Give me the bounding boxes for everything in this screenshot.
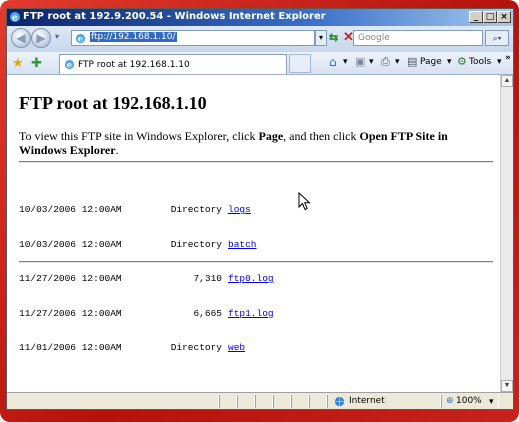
- intro-page-term: Page: [258, 129, 284, 143]
- home-icon[interactable]: ⌂: [329, 55, 337, 69]
- zone-label: Internet: [349, 396, 385, 406]
- scroll-down-button[interactable]: ▼: [501, 380, 513, 392]
- row-datetime: 11/27/2006 12:00AM: [19, 307, 122, 319]
- search-input[interactable]: Google: [353, 30, 483, 46]
- scroll-up-button[interactable]: ▲: [501, 75, 513, 87]
- svg-text:e: e: [12, 14, 18, 24]
- top-divider: [19, 161, 493, 163]
- new-tab-button[interactable]: [289, 54, 311, 73]
- security-zone[interactable]: Internet: [327, 395, 441, 408]
- row-datetime: 11/01/2006 12:00AM: [19, 342, 122, 353]
- tools-gear-icon: ⚙: [457, 55, 467, 68]
- print-dropdown-icon[interactable]: ▾: [395, 57, 400, 67]
- intro-text: To view this FTP site in Windows Explore…: [19, 129, 487, 157]
- print-icon[interactable]: ⎙: [381, 55, 390, 69]
- listing-row: 10/03/2006 12:00AM Directory batch: [19, 239, 274, 251]
- zoom-magnifier-icon: ⊕: [446, 395, 454, 405]
- status-text-segment: [7, 395, 219, 408]
- status-segment: [309, 395, 327, 408]
- row-info: Directory: [170, 238, 222, 250]
- row-info: Directory: [170, 342, 222, 353]
- forward-button[interactable]: ▶: [31, 28, 51, 48]
- vertical-scrollbar[interactable]: ▲ ▼: [500, 75, 513, 392]
- status-bar: Internet ⊕ 100% ▾: [7, 392, 513, 409]
- address-dropdown-button[interactable]: ▾: [315, 30, 327, 46]
- page-heading: FTP root at 192.168.1.10: [19, 93, 207, 113]
- tools-menu-button[interactable]: Tools: [469, 57, 491, 67]
- tab-ftp-root[interactable]: e FTP root at 192.168.1.10: [59, 54, 287, 74]
- minimize-button[interactable]: _: [469, 11, 483, 23]
- mouse-pointer-icon: [298, 192, 311, 211]
- intro-middle: , and then click: [283, 129, 360, 143]
- bottom-divider: [19, 261, 493, 263]
- ftp-listing: 10/03/2006 12:00AM Directory logs 10/03/20…: [19, 181, 274, 377]
- svg-text:e: e: [67, 60, 72, 70]
- intro-suffix: .: [115, 143, 119, 157]
- row-datetime: 10/03/2006 12:00AM: [19, 204, 122, 215]
- back-button[interactable]: ◀: [11, 28, 31, 48]
- internet-globe-icon: [334, 396, 345, 407]
- refresh-icon[interactable]: ⇆: [329, 31, 338, 44]
- intro-prefix: To view this FTP site in Windows Explore…: [19, 129, 259, 143]
- window-frame: e FTP root at 192.9.200.54 - Windows Int…: [0, 0, 519, 422]
- status-segment: [219, 395, 237, 408]
- zoom-control[interactable]: ⊕ 100% ▾: [441, 395, 499, 408]
- listing-row: 11/27/2006 12:00AM 7,310 ftp0.log: [19, 273, 274, 285]
- add-favorites-icon[interactable]: ✚: [31, 55, 42, 71]
- status-segment: [273, 395, 291, 408]
- zoom-level: 100%: [456, 396, 482, 406]
- address-field[interactable]: e ftp://192.168.1.10/: [71, 30, 315, 46]
- close-button[interactable]: ×: [497, 11, 511, 23]
- entry-link-logs[interactable]: logs: [228, 204, 251, 215]
- maximize-button[interactable]: □: [483, 11, 497, 23]
- status-segment: [255, 395, 273, 408]
- feeds-dropdown-icon[interactable]: ▾: [369, 57, 374, 67]
- listing-row: 11/01/2006 12:00AM Directory web: [19, 342, 274, 354]
- ie-logo-icon: e: [10, 12, 20, 24]
- zoom-dropdown-icon[interactable]: ▾: [489, 396, 494, 407]
- svg-text:e: e: [78, 34, 83, 44]
- browser-window: e FTP root at 192.9.200.54 - Windows Int…: [6, 8, 514, 410]
- page-dropdown-icon[interactable]: ▾: [447, 57, 452, 67]
- page-menu-button[interactable]: Page: [420, 57, 442, 67]
- toolbar-overflow-icon[interactable]: »: [505, 53, 511, 63]
- search-placeholder: Google: [358, 33, 390, 43]
- address-url[interactable]: ftp://192.168.1.10/: [90, 32, 177, 42]
- entry-link-batch[interactable]: batch: [228, 239, 257, 250]
- page-ie-icon: e: [75, 34, 86, 44]
- row-datetime: 11/27/2006 12:00AM: [19, 273, 122, 284]
- favorites-star-icon[interactable]: ★: [12, 55, 24, 71]
- page-icon: ▤: [407, 55, 418, 68]
- tab-title: FTP root at 192.168.1.10: [78, 60, 190, 70]
- feeds-icon[interactable]: ▣: [355, 55, 365, 68]
- entry-link-ftp0-log[interactable]: ftp0.log: [228, 273, 274, 284]
- row-datetime: 10/03/2006 12:00AM: [19, 238, 122, 250]
- tools-dropdown-icon[interactable]: ▾: [497, 57, 502, 67]
- entry-link-ftp1-log[interactable]: ftp1.log: [228, 308, 274, 319]
- row-info: 7,310: [193, 273, 222, 284]
- listing-row: 10/03/2006 12:00AM Directory logs: [19, 204, 274, 216]
- status-segment: [237, 395, 255, 408]
- address-bar-row: ◀ ▶ ▾ e ftp://192.168.1.10/ ▾ ⇆ ✕ Google…: [7, 26, 513, 52]
- tab-command-row: ★ ✚ e FTP root at 192.168.1.10 ⌂ ▾ ▣ ▾ ⎙…: [7, 52, 513, 75]
- title-bar[interactable]: e FTP root at 192.9.200.54 - Windows Int…: [7, 9, 513, 26]
- home-dropdown-icon[interactable]: ▾: [343, 57, 348, 67]
- window-title: FTP root at 192.9.200.54 - Windows Inter…: [23, 11, 326, 22]
- entry-link-web[interactable]: web: [228, 342, 245, 353]
- listing-row: 11/27/2006 12:00AM 6,665 ftp1.log: [19, 308, 274, 320]
- status-segment: [291, 395, 309, 408]
- row-info: Directory: [170, 204, 222, 215]
- recent-pages-dropdown-icon[interactable]: ▾: [55, 32, 59, 41]
- row-info: 6,665: [193, 307, 222, 319]
- page-content: FTP root at 192.168.1.10 To view this FT…: [7, 75, 500, 392]
- tab-ie-icon: e: [64, 60, 75, 70]
- search-button[interactable]: ⌕▾: [485, 30, 509, 46]
